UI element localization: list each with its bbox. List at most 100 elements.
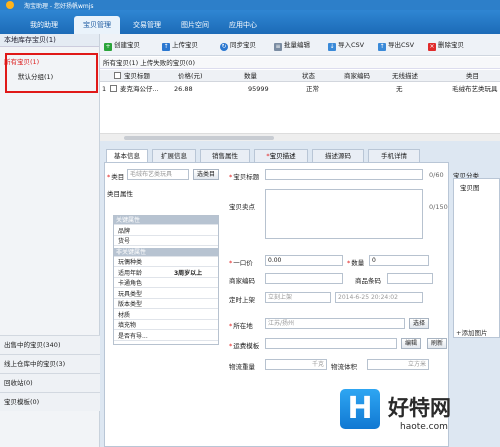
export-csv-label: 导出CSV [388, 41, 415, 49]
barcode-label: 商品条码 [355, 277, 381, 285]
image-panel: 宝贝图 +添加图片 [453, 178, 500, 338]
shipping-select[interactable] [265, 338, 397, 349]
tab-item-management[interactable]: 宝贝管理 [74, 16, 120, 34]
import-csv-label: 导入CSV [338, 41, 365, 49]
tab-app-center[interactable]: 应用中心 [220, 16, 266, 34]
location-select-button[interactable]: 选择 [409, 318, 430, 329]
image-tab[interactable]: 宝贝图 [460, 182, 480, 192]
table-row[interactable]: 1 麦克海公仔... 26.88 95999 正常 无 毛绒布艺类玩具 [100, 83, 500, 95]
grid-header: 宝贝标题 价格(元) 数量 状态 商家编码 无线描述 类目 [100, 70, 500, 82]
volume-input[interactable]: 立方米 [367, 359, 429, 370]
scroll-thumb[interactable] [124, 136, 274, 140]
price-input[interactable]: 0.00 [265, 255, 343, 266]
delete-icon: × [428, 43, 436, 51]
col-price[interactable]: 价格(元) [178, 70, 203, 82]
tab-my-assistant[interactable]: 我的助理 [22, 16, 66, 34]
attr-row[interactable]: 是否有导... [114, 332, 218, 341]
price-label: 一口价 [229, 257, 253, 267]
attr-section-label: 类目属性 [107, 190, 133, 198]
tab-extended-info[interactable]: 扩展信息 [152, 149, 196, 162]
category-field[interactable]: 毛绒布艺类玩具 [127, 169, 189, 180]
category-label: 类目 [107, 171, 124, 181]
upload-icon: ↑ [162, 43, 170, 51]
attr-section: 关键属性 [114, 216, 218, 225]
filter-bar[interactable]: 所有宝贝(1) 上传失败的宝贝(0) [100, 57, 500, 69]
row-wireless: 无 [396, 85, 403, 93]
export-csv-button[interactable]: ↑ 导出CSV [378, 39, 414, 51]
select-all-checkbox[interactable] [114, 70, 121, 82]
col-title[interactable]: 宝贝标题 [124, 70, 150, 82]
col-qty[interactable]: 数量 [244, 70, 257, 82]
attr-row[interactable]: 品牌 [114, 227, 218, 236]
item-grid: 宝贝标题 价格(元) 数量 状态 商家编码 无线描述 类目 1 麦克海公仔...… [100, 70, 500, 140]
sync-icon: ↻ [220, 43, 228, 51]
tab-image-space[interactable]: 图片空间 [172, 16, 218, 34]
tab-basic-info[interactable]: 基本信息 [106, 149, 148, 163]
barcode-input[interactable] [387, 273, 433, 284]
tab-description-label: 宝贝描述 [269, 152, 296, 160]
attr-value: 3周岁以上 [174, 269, 203, 277]
merchant-code-input[interactable] [265, 273, 343, 284]
attr-name: 版本类型 [118, 301, 143, 308]
select-category-button[interactable]: 选类目 [193, 169, 220, 180]
row-index: 1 [102, 85, 107, 93]
location-select[interactable]: 江苏/扬州 [265, 318, 405, 329]
row-checkbox[interactable] [110, 83, 117, 95]
attr-row[interactable]: 填充物 [114, 321, 218, 330]
watermark-cn: 好特网 [388, 396, 451, 420]
tab-source[interactable]: 描述源码 [312, 149, 364, 162]
app-icon [6, 1, 14, 9]
add-image-link[interactable]: +添加图片 [456, 327, 487, 337]
highlight-box [5, 53, 98, 93]
attr-name: 货号 [118, 238, 131, 245]
sidebar-item-recycle-bin[interactable]: 回收站(0) [0, 373, 100, 392]
attr-name: 玩具类型 [118, 290, 143, 298]
sidebar-item-templates[interactable]: 宝贝模板(0) [0, 392, 100, 411]
import-csv-button[interactable]: ↓ 导入CSV [328, 39, 364, 51]
attr-row[interactable]: 卡通角色 [114, 279, 218, 288]
schedule-datetime[interactable]: 2014-6-25 20:24:02 [335, 292, 423, 303]
attr-row[interactable]: 玩偶种类 [114, 258, 218, 267]
upload-item-label: 上传宝贝 [172, 41, 198, 49]
horizontal-scrollbar[interactable] [100, 133, 500, 141]
tab-description[interactable]: *宝贝描述 [254, 149, 308, 162]
row-status: 正常 [306, 85, 319, 93]
col-category[interactable]: 类目 [466, 70, 479, 82]
shipping-edit-button[interactable]: 编辑 [401, 338, 422, 349]
add-image-label: 添加图片 [461, 329, 488, 337]
create-item-button[interactable]: + 创建宝贝 [104, 39, 140, 51]
location-label: 所在地 [229, 320, 253, 330]
shipping-refresh-button[interactable]: 刷新 [427, 338, 448, 349]
qty-label: 数量 [347, 257, 364, 267]
attr-row[interactable]: 材质 [114, 311, 218, 320]
tab-trade-management[interactable]: 交易管理 [124, 16, 170, 34]
create-item-label: 创建宝贝 [114, 41, 140, 49]
sidebar-item-warehouse[interactable]: 线上仓库中的宝贝(3) [0, 354, 100, 373]
h-logo-icon: H [340, 389, 380, 429]
upload-item-button[interactable]: ↑ 上传宝贝 [162, 39, 198, 51]
attr-name: 关键属性 [116, 217, 141, 224]
attr-row[interactable]: 适用年龄 3周岁以上 [114, 269, 218, 278]
tab-mobile[interactable]: 手机详情 [368, 149, 420, 162]
attr-row[interactable]: 版本类型 [114, 300, 218, 309]
title-input[interactable] [265, 169, 423, 180]
volume-label: 物流体积 [331, 363, 357, 371]
tab-sales-attrs[interactable]: 销售属性 [200, 149, 250, 162]
delete-item-button[interactable]: × 删除宝贝 [428, 39, 464, 51]
batch-edit-icon: ≡ [274, 43, 282, 51]
sync-item-button[interactable]: ↻ 同步宝贝 [220, 39, 256, 51]
batch-edit-button[interactable]: ≡ 批量编辑 [274, 39, 310, 51]
col-status[interactable]: 状态 [302, 70, 315, 82]
attr-name: 非关键属性 [116, 248, 147, 256]
selling-point-input[interactable] [265, 189, 423, 239]
attr-name: 填充物 [118, 322, 137, 329]
weight-input[interactable]: 千克 [265, 359, 327, 370]
sidebar-item-on-sale[interactable]: 出售中的宝贝(340) [0, 335, 100, 354]
qty-input[interactable]: 0 [369, 255, 429, 266]
row-price: 26.88 [174, 85, 193, 93]
col-code[interactable]: 商家编码 [344, 70, 370, 82]
col-wireless[interactable]: 无线描述 [392, 70, 418, 82]
schedule-select[interactable]: 立刻上架 [265, 292, 331, 303]
attr-row[interactable]: 玩具类型 [114, 290, 218, 299]
attr-row[interactable]: 货号 [114, 237, 218, 246]
